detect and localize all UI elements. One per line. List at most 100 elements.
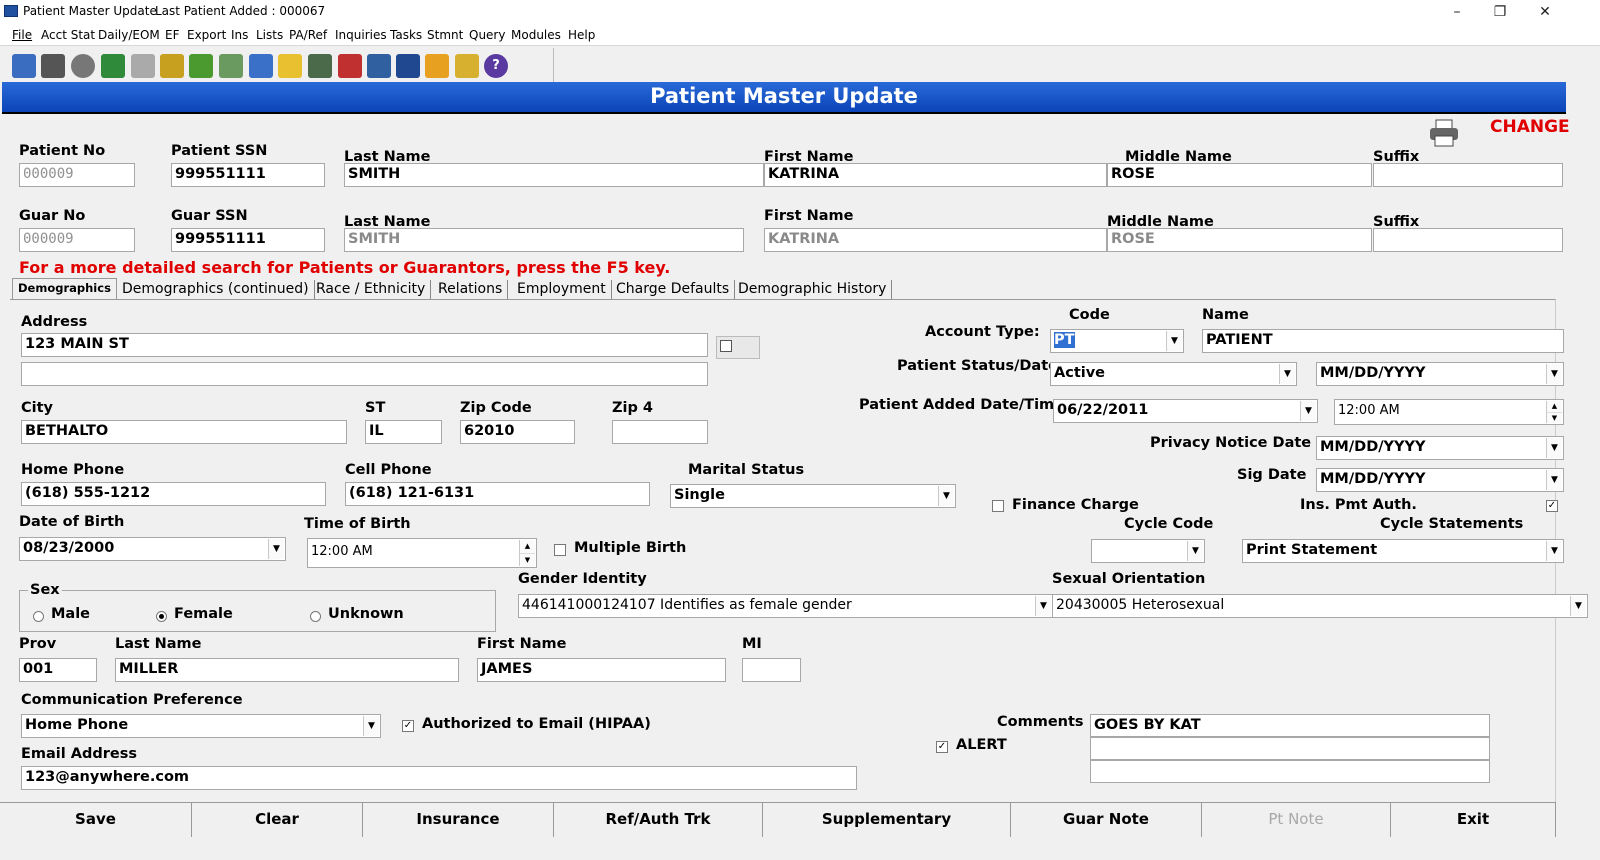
tab-race-ethnicity[interactable]: Race / Ethnicity (311, 280, 432, 300)
menu-query[interactable]: Query (469, 28, 505, 42)
sex-male-radio[interactable] (33, 611, 44, 622)
menu-inquiries[interactable]: Inquiries (335, 28, 387, 42)
provider-mi-field[interactable] (742, 658, 801, 682)
ledger-icon[interactable] (338, 54, 362, 78)
sex-unknown-radio[interactable] (310, 611, 321, 622)
arrows-icon[interactable] (189, 54, 213, 78)
minimize-button[interactable]: – (1447, 2, 1467, 22)
sig-date-select[interactable]: MM/DD/YYYY ▼ (1316, 468, 1564, 492)
help-icon[interactable]: ? (484, 54, 508, 78)
dob-select[interactable]: 08/23/2000 ▼ (19, 537, 286, 561)
tab-demographics-continued[interactable]: Demographics (continued) (117, 280, 315, 300)
menu-stmnt[interactable]: Stmnt (427, 28, 463, 42)
menu-ef[interactable]: EF (165, 28, 179, 42)
comment-line2-field[interactable] (1090, 737, 1490, 760)
cell-phone-field[interactable]: (618) 121-6131 (345, 482, 650, 506)
menu-tasks[interactable]: Tasks (390, 28, 422, 42)
print-icon[interactable] (1428, 118, 1460, 148)
clear-button[interactable]: Clear (192, 803, 363, 837)
tab-relations[interactable]: Relations (433, 280, 509, 300)
tab-employment[interactable]: Employment (512, 280, 612, 300)
menu-daily-eom[interactable]: Daily/EOM (98, 28, 160, 42)
menu-file[interactable]: File (12, 28, 32, 42)
comment-line3-field[interactable] (1090, 760, 1490, 783)
provider-first-field[interactable]: JAMES (477, 658, 726, 682)
save-button[interactable]: Save (0, 803, 192, 837)
menu-ins[interactable]: Ins (231, 28, 248, 42)
privacy-notice-date-select[interactable]: MM/DD/YYYY ▼ (1316, 436, 1564, 460)
close-button[interactable]: ✕ (1535, 2, 1555, 22)
sex-female-radio[interactable] (156, 611, 167, 622)
guar-middle-field[interactable]: ROSE (1107, 228, 1372, 252)
gender-identity-select[interactable]: 446141000124107 Identifies as female gen… (518, 594, 1053, 618)
ins-pmt-auth-checkbox[interactable]: ✓ (1546, 500, 1558, 512)
book-icon[interactable] (249, 54, 273, 78)
patient-added-time-spinner[interactable]: 12:00 AM ▲ ▼ (1334, 399, 1564, 425)
note-add-icon[interactable] (219, 54, 243, 78)
marital-status-select[interactable]: Single ▼ (670, 484, 956, 508)
guar-suffix-field[interactable] (1373, 228, 1563, 252)
menu-help[interactable]: Help (568, 28, 595, 42)
patient-suffix-field[interactable] (1373, 163, 1563, 187)
home-icon[interactable] (12, 54, 36, 78)
provider-last-field[interactable]: MILLER (115, 658, 459, 682)
zip4-field[interactable] (612, 420, 708, 444)
guar-first-field[interactable]: KATRINA (764, 228, 1107, 252)
provider-code-field[interactable]: 001 (19, 658, 97, 682)
menu-acct-stat[interactable]: Acct Stat (41, 28, 95, 42)
guar-note-button[interactable]: Guar Note (1011, 803, 1202, 837)
account-type-code-select[interactable]: PT ▼ (1050, 329, 1184, 353)
spin-down-icon[interactable]: ▼ (1546, 412, 1562, 423)
email-field[interactable]: 123@anywhere.com (21, 766, 857, 790)
pin-icon[interactable] (425, 54, 449, 78)
address-line2-field[interactable] (21, 362, 708, 386)
printer-icon[interactable] (41, 54, 65, 78)
mail-icon[interactable] (278, 54, 302, 78)
tab-demographic-history[interactable]: Demographic History (733, 280, 893, 300)
menu-modules[interactable]: Modules (511, 28, 561, 42)
calculator-icon[interactable] (160, 54, 184, 78)
comm-pref-select[interactable]: Home Phone ▼ (21, 714, 381, 738)
menu-lists[interactable]: Lists (256, 28, 283, 42)
supplementary-button[interactable]: Supplementary (763, 803, 1011, 837)
device-icon[interactable] (396, 54, 420, 78)
patient-status-select[interactable]: Active ▼ (1050, 362, 1297, 386)
restore-button[interactable]: ❐ (1490, 2, 1510, 22)
scanner-icon[interactable] (308, 54, 332, 78)
guar-no-field[interactable]: 000009 (19, 228, 135, 252)
home-phone-field[interactable]: (618) 555-1212 (21, 482, 326, 506)
cycle-statements-select[interactable]: Print Statement ▼ (1242, 539, 1564, 563)
state-field[interactable]: IL (365, 420, 442, 444)
gear-icon[interactable] (71, 54, 95, 78)
card-icon[interactable] (367, 54, 391, 78)
alert-checkbox[interactable]: ✓ (936, 741, 948, 753)
insurance-button[interactable]: Insurance (363, 803, 554, 837)
phone-icon[interactable] (131, 54, 155, 78)
spin-up-icon[interactable]: ▲ (519, 540, 535, 553)
address-line1-field[interactable]: 123 MAIN ST (21, 333, 708, 357)
finance-charge-checkbox[interactable] (992, 500, 1004, 512)
tob-spinner[interactable]: 12:00 AM ▲ ▼ (307, 538, 537, 568)
address-copy-button[interactable] (716, 336, 760, 359)
account-type-name-field[interactable]: PATIENT (1202, 329, 1564, 353)
pin-plus-icon[interactable] (455, 54, 479, 78)
patient-middle-field[interactable]: ROSE (1107, 163, 1372, 187)
user-add-icon[interactable] (101, 54, 125, 78)
patient-last-field[interactable]: SMITH (344, 163, 764, 187)
multiple-birth-checkbox[interactable] (554, 544, 566, 556)
exit-button[interactable]: Exit (1391, 803, 1556, 837)
spin-up-icon[interactable]: ▲ (1546, 401, 1562, 412)
spin-down-icon[interactable]: ▼ (519, 553, 535, 566)
patient-status-date-select[interactable]: MM/DD/YYYY ▼ (1316, 362, 1564, 386)
sexual-orientation-select[interactable]: 20430005 Heterosexual ▼ (1052, 594, 1588, 618)
menu-pa-ref[interactable]: PA/Ref (289, 28, 327, 42)
zip-field[interactable]: 62010 (460, 420, 575, 444)
ref-auth-trk-button[interactable]: Ref/Auth Trk (554, 803, 763, 837)
tab-demographics[interactable]: Demographics (12, 278, 117, 300)
menu-export[interactable]: Export (187, 28, 226, 42)
city-field[interactable]: BETHALTO (21, 420, 347, 444)
patient-first-field[interactable]: KATRINA (764, 163, 1107, 187)
patient-no-field[interactable]: 000009 (19, 163, 135, 187)
authorized-email-checkbox[interactable]: ✓ (402, 720, 414, 732)
tab-charge-defaults[interactable]: Charge Defaults (611, 280, 736, 300)
